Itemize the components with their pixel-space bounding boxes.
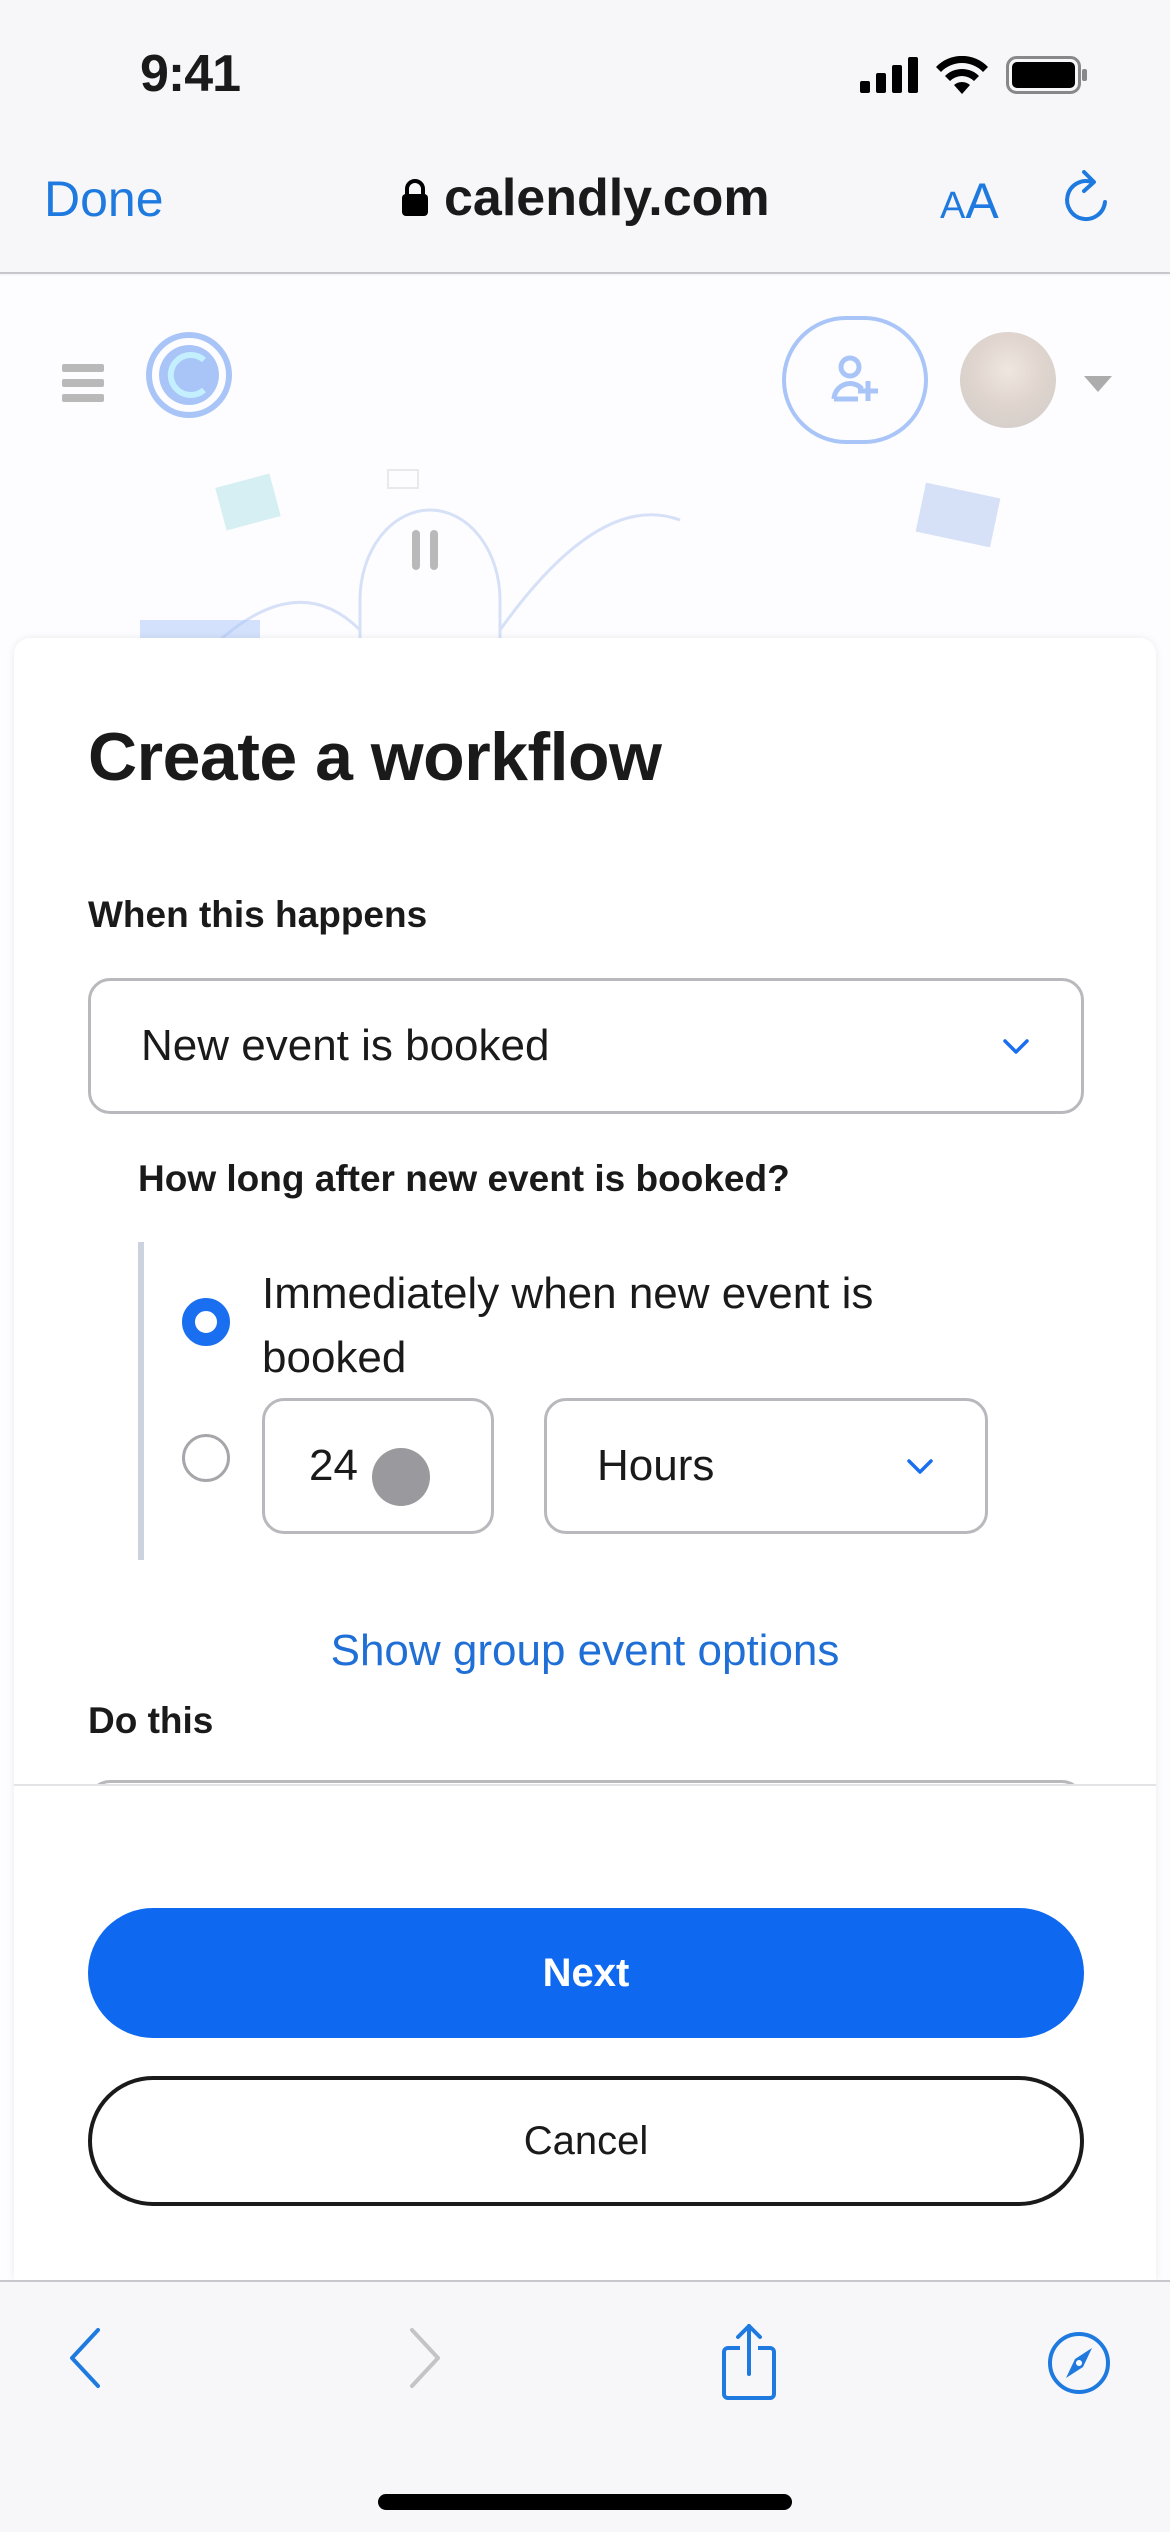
calendly-logo-icon[interactable]: [144, 330, 234, 425]
radio-immediately[interactable]: [182, 1298, 230, 1346]
wifi-icon: [936, 56, 988, 94]
timing-label: How long after new event is booked?: [138, 1158, 790, 1199]
delay-unit-select[interactable]: Hours: [544, 1398, 988, 1534]
home-indicator: [378, 2494, 792, 2510]
modal-title: Create a workflow: [88, 719, 662, 795]
url-text: calendly.com: [444, 169, 770, 227]
share-button[interactable]: [714, 2322, 784, 2407]
compass-icon: [1048, 2332, 1110, 2394]
status-time: 9:41: [140, 45, 241, 103]
trigger-select[interactable]: New event is booked: [88, 978, 1084, 1114]
hamburger-menu-icon[interactable]: [62, 364, 104, 409]
delay-amount-value: 24: [309, 1441, 358, 1490]
show-group-event-options-link[interactable]: Show group event options: [0, 1626, 1170, 1676]
lock-icon: [402, 179, 428, 216]
status-icons: [860, 56, 1088, 94]
text-size-large-a: A: [965, 173, 999, 229]
text-size-button[interactable]: AA: [940, 172, 999, 230]
open-in-safari-button[interactable]: [1046, 2330, 1112, 2401]
trigger-selected-value: New event is booked: [141, 1021, 550, 1070]
delay-unit-value: Hours: [597, 1441, 715, 1490]
text-size-small-a: A: [940, 185, 966, 227]
caret-down-icon[interactable]: [1084, 376, 1112, 392]
trigger-label: When this happens: [88, 894, 428, 935]
cancel-button[interactable]: Cancel: [88, 2076, 1084, 2206]
timing-group-indicator: [138, 1242, 144, 1560]
share-icon: [722, 2324, 776, 2400]
back-icon: [70, 2328, 100, 2388]
invite-user-icon: [831, 355, 878, 402]
done-button[interactable]: Done: [44, 170, 164, 228]
workflow-illustration: [140, 450, 1020, 645]
cellular-signal-icon: [860, 57, 918, 93]
invite-user-button[interactable]: [782, 316, 928, 444]
forward-button[interactable]: [400, 2326, 450, 2395]
action-label: Do this: [88, 1700, 214, 1741]
touch-indicator: [372, 1448, 430, 1506]
battery-icon: [1006, 56, 1087, 94]
chevron-down-icon: [1003, 1039, 1029, 1054]
chevron-down-icon: [907, 1459, 933, 1474]
forward-icon: [410, 2328, 440, 2388]
avatar[interactable]: [960, 332, 1056, 428]
back-button[interactable]: [60, 2326, 110, 2395]
radio-delay[interactable]: [182, 1434, 230, 1482]
option-immediately-label[interactable]: Immediately when new event is booked: [262, 1262, 1022, 1390]
reload-icon: [1065, 170, 1107, 222]
next-button[interactable]: Next: [88, 1908, 1084, 2038]
address-bar[interactable]: calendly.com: [400, 168, 770, 228]
reload-button[interactable]: [1062, 170, 1110, 231]
